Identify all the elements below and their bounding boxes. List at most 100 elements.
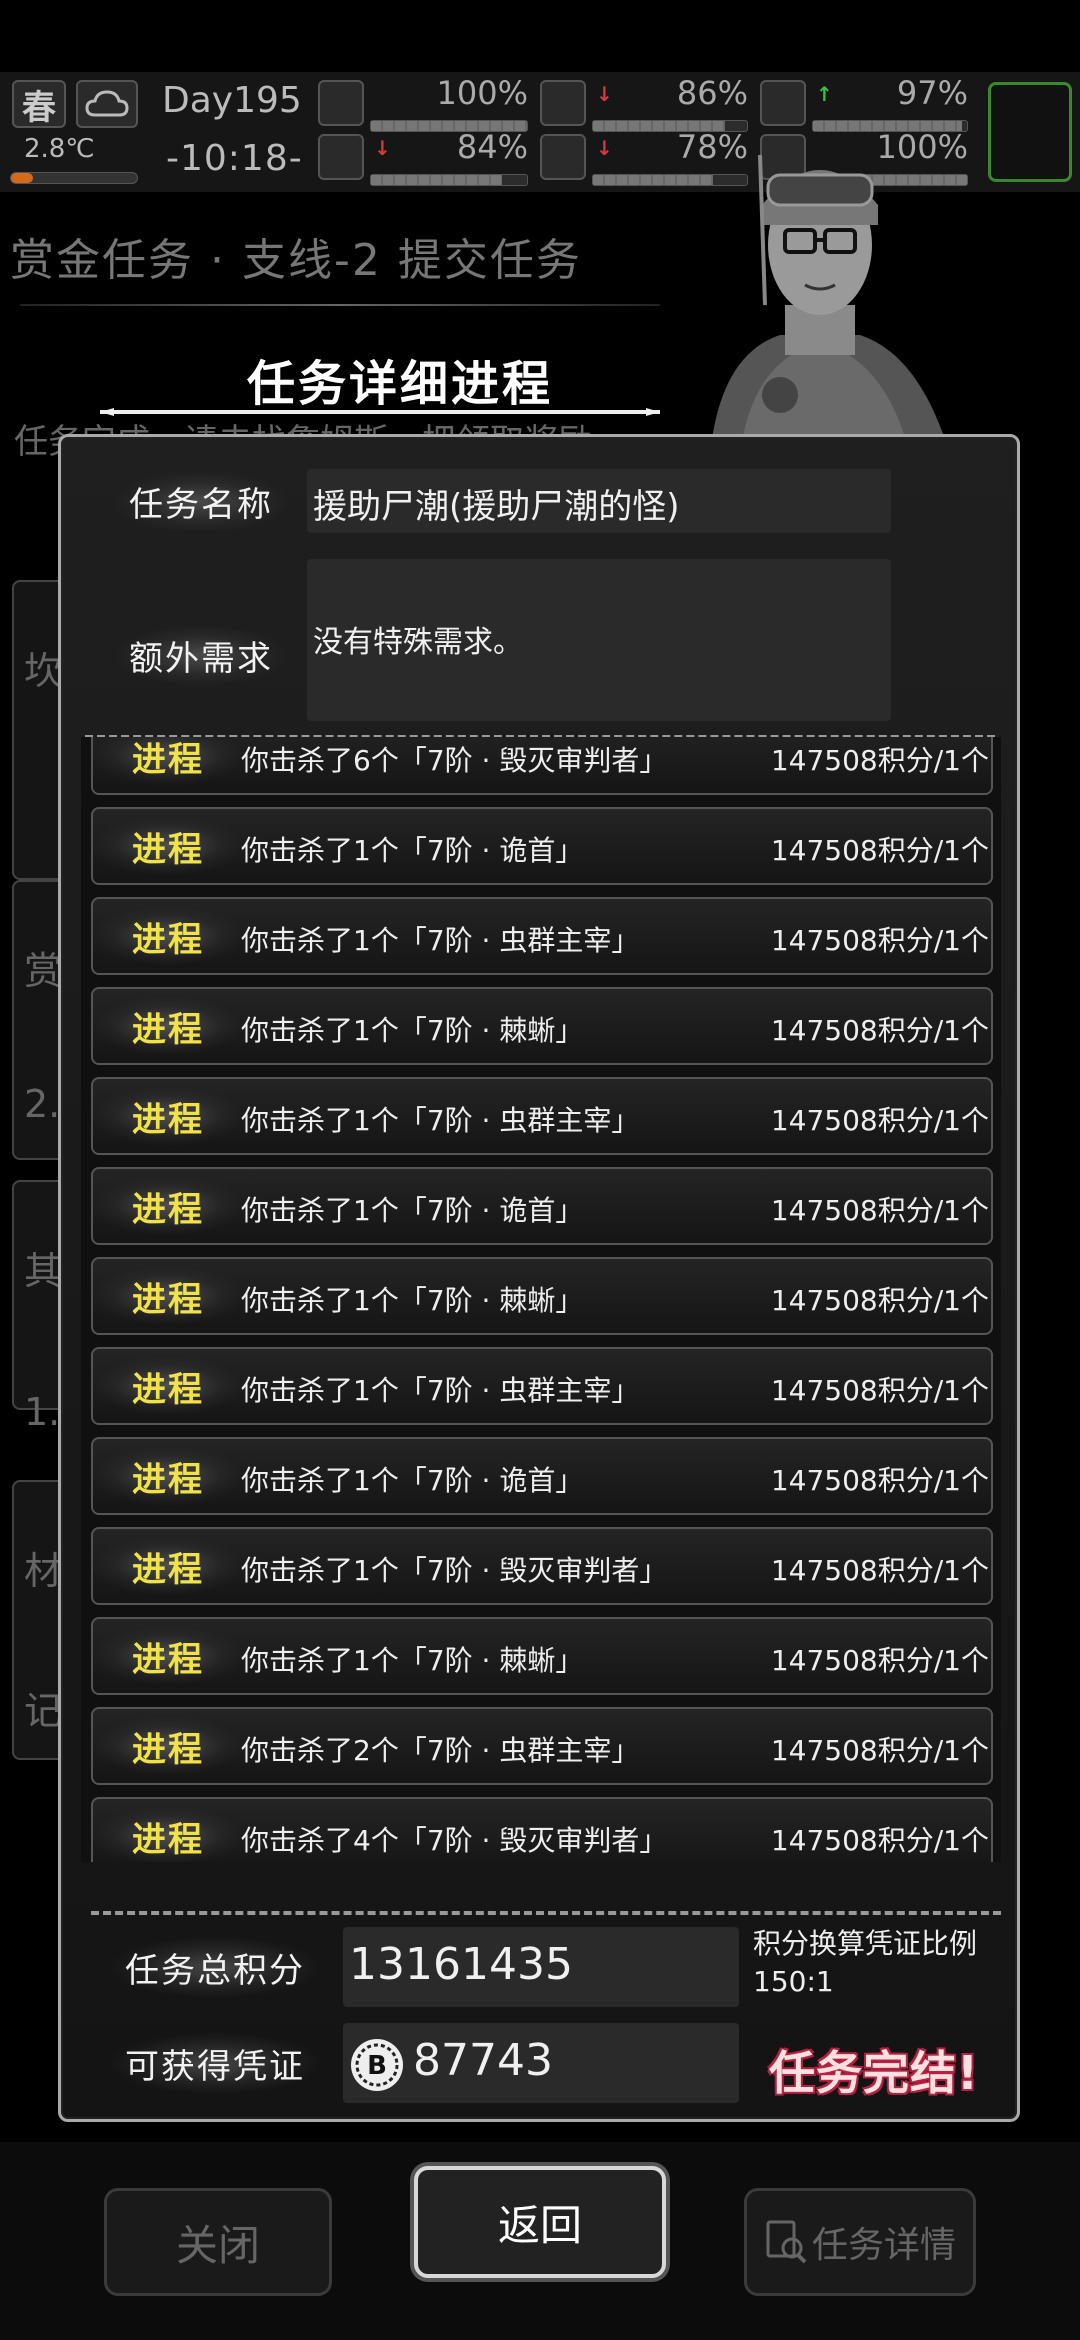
progress-description: 你击杀了4个「7阶 · 毁灭审判者」 <box>241 1824 668 1857</box>
cloud-icon <box>76 80 138 128</box>
progress-row: 进程 你击杀了4个「7阶 · 毁灭审判者」 147508积分/1个 <box>91 1797 993 1862</box>
progress-row: 进程 你击杀了1个「7阶 · 棘蜥」 147508积分/1个 <box>91 987 993 1065</box>
progress-tag: 进程 <box>93 1447 243 1505</box>
stat-value: 97% <box>896 74 968 112</box>
stat-value: 100% <box>436 74 528 112</box>
status-stat: ↑ 97% <box>760 74 968 132</box>
conversion-ratio: 积分换算凭证比例 150:1 <box>753 1925 977 2001</box>
progress-description: 你击杀了1个「7阶 · 棘蜥」 <box>241 1014 584 1047</box>
progress-points: 147508积分/1个 <box>770 1374 989 1407</box>
background-side-text: 1. <box>24 1390 61 1434</box>
progress-tag: 进程 <box>93 1717 243 1775</box>
background-side-text: 坎 <box>24 649 63 693</box>
progress-row: 进程 你击杀了2个「7阶 · 虫群主宰」 147508积分/1个 <box>91 1707 993 1785</box>
background-side-text: 材 <box>24 1549 63 1593</box>
stat-value: 86% <box>676 74 748 112</box>
progress-description: 你击杀了1个「7阶 · 毁灭审判者」 <box>241 1554 668 1587</box>
voucher-value: 87743 <box>413 2035 553 2086</box>
progress-points: 147508积分/1个 <box>770 1104 989 1137</box>
progress-description: 你击杀了1个「7阶 · 诡首」 <box>241 1464 584 1497</box>
progress-tag: 进程 <box>93 1357 243 1415</box>
progress-row: 进程 你击杀了1个「7阶 · 虫群主宰」 147508积分/1个 <box>91 1347 993 1425</box>
arrow-down-icon: ↓ <box>374 136 391 160</box>
progress-row: 进程 你击杀了1个「7阶 · 棘蜥」 147508积分/1个 <box>91 1617 993 1695</box>
progress-row: 进程 你击杀了1个「7阶 · 虫群主宰」 147508积分/1个 <box>91 897 993 975</box>
game-clock: -10:18- <box>166 138 303 179</box>
stat-bar <box>370 174 528 186</box>
progress-tag: 进程 <box>93 737 243 785</box>
task-detail-button[interactable]: 任务详情 <box>744 2188 976 2296</box>
conversion-ratio-label: 积分换算凭证比例 <box>753 1927 978 1960</box>
task-detail-button-label: 任务详情 <box>811 2225 956 2266</box>
progress-tag: 进程 <box>93 1267 243 1325</box>
progress-points: 147508积分/1个 <box>770 744 989 777</box>
stat-value: 84% <box>456 128 528 166</box>
progress-points: 147508积分/1个 <box>770 1554 989 1587</box>
background-side-text: 记 <box>24 1689 63 1733</box>
voucher-label: 可获得凭证 <box>111 2033 319 2094</box>
task-name-field: 援助尸潮(援助尸潮的怪) <box>307 469 891 533</box>
progress-points: 147508积分/1个 <box>770 834 989 867</box>
progress-tag: 进程 <box>93 997 243 1055</box>
progress-row: 进程 你击杀了1个「7阶 · 诡首」 147508积分/1个 <box>91 1167 993 1245</box>
boot-icon <box>318 134 364 180</box>
progress-description: 你击杀了1个「7阶 · 棘蜥」 <box>241 1284 584 1317</box>
progress-points: 147508积分/1个 <box>770 1284 989 1317</box>
voucher-field: B 87743 <box>343 2023 739 2103</box>
voucher-coin-icon: B <box>351 2039 403 2091</box>
total-points-field: 13161435 <box>343 1927 739 2007</box>
progress-points: 147508积分/1个 <box>770 1014 989 1047</box>
arrow-down-icon: ↓ <box>596 82 613 106</box>
task-complete-badge: 任务完结! <box>769 2046 979 2100</box>
total-points-label: 任务总积分 <box>111 1937 319 1998</box>
progress-row: 进程 你击杀了1个「7阶 · 虫群主宰」 147508积分/1个 <box>91 1077 993 1155</box>
status-stat: 100% <box>318 74 528 132</box>
stomach-icon <box>540 80 586 126</box>
water-drop-icon <box>540 134 586 180</box>
arrow-up-icon: ↑ <box>816 82 833 106</box>
progress-description: 你击杀了2个「7阶 · 虫群主宰」 <box>241 1734 640 1767</box>
arrow-down-icon: ↓ <box>596 136 613 160</box>
season-indicator: 春 <box>12 80 66 128</box>
progress-points: 147508积分/1个 <box>770 1824 989 1857</box>
background-page-title: 赏金任务 · 支线-2 提交任务 <box>10 235 582 286</box>
title-ornament <box>100 408 660 416</box>
progress-points: 147508积分/1个 <box>770 1734 989 1767</box>
progress-points: 147508积分/1个 <box>770 1644 989 1677</box>
progress-row: 进程 你击杀了1个「7阶 · 毁灭审判者」 147508积分/1个 <box>91 1527 993 1605</box>
extra-requirement-field: 没有特殊需求。 <box>307 559 891 721</box>
day-counter: Day195 <box>162 80 302 121</box>
progress-row: 进程 你击杀了1个「7阶 · 诡首」 147508积分/1个 <box>91 807 993 885</box>
dialog-title: 任务详细进程 <box>246 356 553 412</box>
extra-requirement-label: 额外需求 <box>115 625 287 686</box>
progress-list[interactable]: 进程 你击杀了6个「7阶 · 毁灭审判者」 147508积分/1个 进程 你击杀了1个「… <box>81 737 1001 1862</box>
progress-description: 你击杀了6个「7阶 · 毁灭审判者」 <box>241 744 668 777</box>
close-button[interactable]: 关闭 <box>104 2188 332 2296</box>
background-side-text: 2. <box>24 1082 61 1126</box>
svg-text:B: B <box>367 2051 387 2081</box>
progress-description: 你击杀了1个「7阶 · 虫群主宰」 <box>241 1374 640 1407</box>
progress-points: 147508积分/1个 <box>770 1464 989 1497</box>
dashed-divider <box>91 1911 1001 1915</box>
progress-tag: 进程 <box>93 1087 243 1145</box>
progress-row: 进程 你击杀了6个「7阶 · 毁灭审判者」 147508积分/1个 <box>91 737 993 795</box>
temperature-label: 2.8℃ <box>24 134 95 164</box>
status-stat: ↓ 84% <box>318 128 528 186</box>
progress-description: 你击杀了1个「7阶 · 诡首」 <box>241 834 584 867</box>
medkit-icon <box>318 80 364 126</box>
progress-description: 你击杀了1个「7阶 · 虫群主宰」 <box>241 924 640 957</box>
progress-tag: 进程 <box>93 1807 243 1862</box>
progress-tag: 进程 <box>93 1537 243 1595</box>
progress-description: 你击杀了1个「7阶 · 棘蜥」 <box>241 1644 584 1677</box>
progress-description: 你击杀了1个「7阶 · 虫群主宰」 <box>241 1104 640 1137</box>
progress-tag: 进程 <box>93 817 243 875</box>
document-search-icon <box>766 2220 807 2264</box>
lungs-icon <box>760 80 806 126</box>
progress-tag: 进程 <box>93 1177 243 1235</box>
progress-tag: 进程 <box>93 1627 243 1685</box>
equipment-slot[interactable] <box>988 82 1072 182</box>
status-stat: ↓ 86% <box>540 74 748 132</box>
background-side-text: 赏 <box>24 949 63 993</box>
back-button[interactable]: 返回 <box>414 2166 666 2278</box>
progress-row: 进程 你击杀了1个「7阶 · 棘蜥」 147508积分/1个 <box>91 1257 993 1335</box>
